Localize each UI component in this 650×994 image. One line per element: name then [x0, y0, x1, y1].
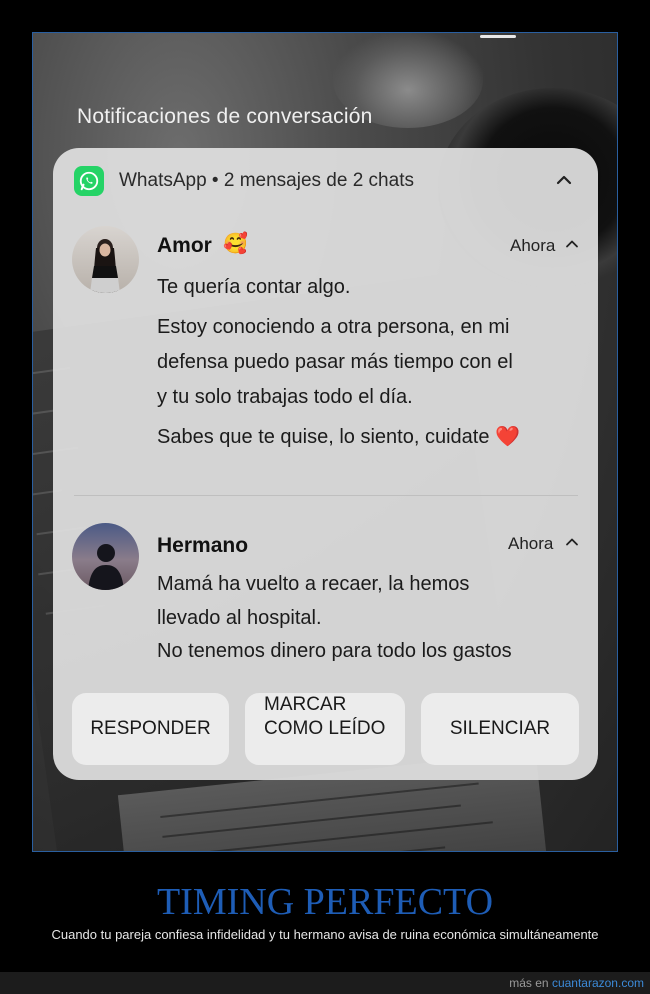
emoji-smiling-hearts: 🥰 [223, 233, 248, 255]
status-bar-indicator [480, 35, 516, 38]
mute-button[interactable]: SILENCIAR [421, 693, 579, 765]
mark-as-read-label-line2: COMO LEÍDO [264, 718, 386, 739]
chevron-up-icon[interactable] [565, 237, 579, 251]
avatar [72, 523, 139, 590]
timestamp: Ahora [508, 534, 554, 553]
mark-as-read-button[interactable]: MARCAR COMO LEÍDO [245, 693, 405, 765]
footer-text: más en cuantarazon.com [509, 976, 644, 990]
avatar [72, 226, 139, 293]
notification-header[interactable]: WhatsApp • 2 mensajes de 2 chats [53, 148, 598, 214]
message-line: No tenemos dinero para todo los gastos [157, 640, 512, 662]
message-line: llevado al hospital. [157, 607, 322, 629]
chevron-up-icon[interactable] [552, 168, 576, 192]
app-summary: WhatsApp • 2 mensajes de 2 chats [119, 170, 414, 191]
site-link[interactable]: cuantarazon.com [552, 976, 644, 990]
notification-card[interactable]: WhatsApp • 2 mensajes de 2 chats Amor 🥰 … [53, 148, 598, 780]
message-line: defensa puedo pasar más tiempo con el [157, 351, 513, 373]
mark-as-read-label-line1: MARCAR [264, 694, 347, 715]
sender-name: Amor [157, 234, 212, 257]
message-line: Mamá ha vuelto a recaer, la hemos [157, 573, 470, 595]
message-line: Estoy conociendo a otra persona, en mi [157, 316, 510, 338]
timestamp: Ahora [510, 236, 556, 255]
message-line: y tu solo trabajas todo el día. [157, 386, 413, 408]
divider [74, 495, 578, 496]
message-line: Sabes que te quise, lo siento, cuidate ❤… [157, 426, 520, 448]
caption-title: TIMING PERFECTO [156, 881, 494, 923]
whatsapp-icon [74, 166, 104, 196]
message-line: Te quería contar algo. [157, 276, 351, 298]
reply-button[interactable]: RESPONDER [72, 693, 229, 765]
chevron-up-icon[interactable] [565, 535, 579, 549]
sender-name: Hermano [157, 534, 249, 557]
caption-subtitle: Cuando tu pareja confiesa infidelidad y … [51, 927, 599, 942]
section-title: Notificaciones de conversación [77, 105, 373, 128]
footer-prefix: más en [509, 976, 552, 990]
footer-bar: más en cuantarazon.com [0, 972, 650, 994]
